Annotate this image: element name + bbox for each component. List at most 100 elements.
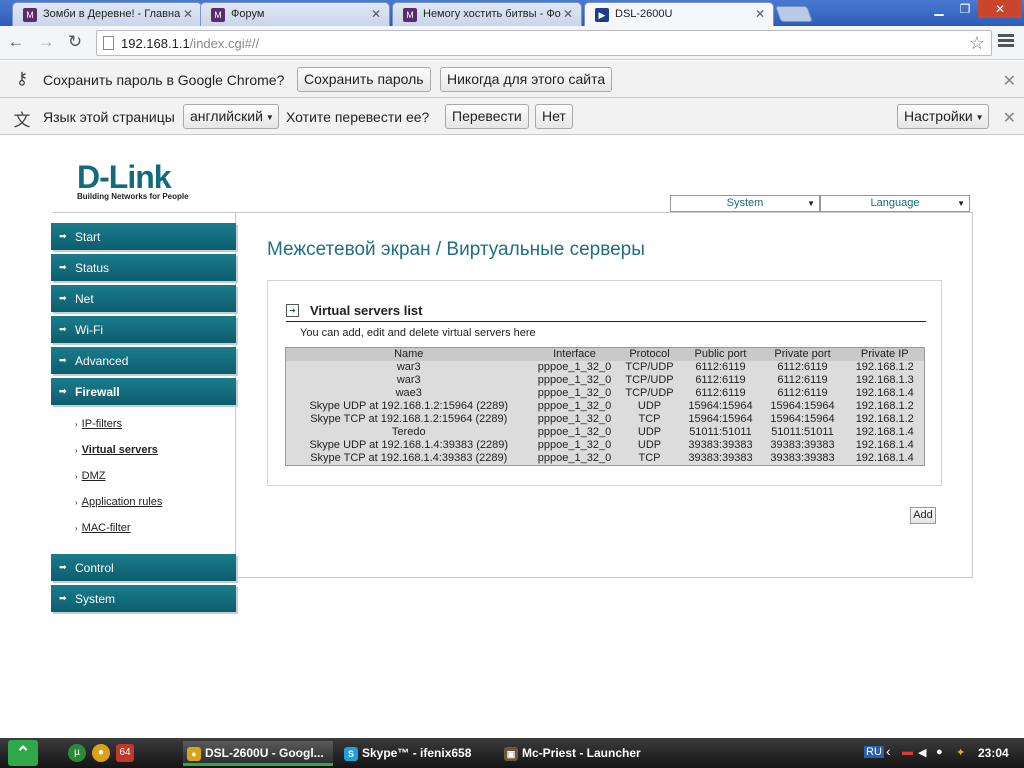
- page-language-label: Язык этой страницы: [43, 109, 175, 125]
- chrome-menu-icon[interactable]: [998, 34, 1014, 48]
- nav-status[interactable]: ➡ Status: [51, 254, 236, 281]
- nav-firewall[interactable]: ➡ Firewall: [51, 378, 236, 405]
- task-chrome[interactable]: ● DSL-2600U - Googl...: [183, 741, 333, 766]
- table-header-row: Name Interface Protocol Public port Priv…: [285, 347, 925, 361]
- close-window-icon[interactable]: ✕: [978, 0, 1022, 18]
- utorrent-icon[interactable]: µ: [68, 744, 86, 762]
- cell-private-ip: 192.168.1.4: [855, 425, 914, 438]
- back-icon[interactable]: ←: [6, 32, 26, 52]
- nav-label: Start: [75, 230, 101, 244]
- cell-interface: pppoe_1_32_0: [537, 438, 612, 451]
- tab-zombie[interactable]: M Зомби в Деревне! - Главна ✕: [12, 2, 202, 26]
- no-translate-button[interactable]: Нет: [535, 104, 573, 129]
- close-tab-icon[interactable]: ✕: [563, 7, 573, 21]
- save-password-button[interactable]: Сохранить пароль: [297, 67, 431, 92]
- col-private-port: Private port: [759, 347, 846, 361]
- cell-private-port: 51011:51011: [771, 425, 834, 438]
- dropdown-caret-icon: ▼: [975, 112, 984, 122]
- chevron-down-icon: ▼: [807, 199, 815, 208]
- bullet-icon: ›: [75, 498, 78, 507]
- subnav-label: MAC-filter: [81, 522, 131, 534]
- chevron-left-icon[interactable]: ‹: [886, 743, 891, 759]
- cell-protocol: TCP/UDP: [625, 386, 674, 399]
- close-infobar-icon[interactable]: ✕: [1003, 108, 1016, 128]
- never-for-site-button[interactable]: Никогда для этого сайта: [440, 67, 613, 92]
- task-launcher[interactable]: ▣ Mc-Priest - Launcher: [500, 741, 660, 766]
- table-row[interactable]: Skype UDP at 192.168.1.4:39383 (2289) pp…: [286, 439, 925, 452]
- language-dropdown[interactable]: Language ▼: [820, 195, 970, 212]
- minecraft-icon: ▣: [504, 747, 518, 761]
- url-path: /index.cgi#//: [189, 36, 260, 51]
- cell-name: war3: [396, 373, 421, 386]
- add-button[interactable]: Add: [910, 507, 936, 524]
- table-row[interactable]: war3 pppoe_1_32_0 TCP/UDP 6112:6119 6112…: [286, 361, 925, 374]
- minimize-icon[interactable]: ▁: [926, 0, 952, 18]
- chrome-icon[interactable]: ●: [92, 744, 110, 762]
- cell-interface: pppoe_1_32_0: [537, 425, 612, 438]
- table-row[interactable]: war3 pppoe_1_32_0 TCP/UDP 6112:6119 6112…: [286, 374, 925, 387]
- subnav-label: Virtual servers: [81, 444, 158, 456]
- bullet-icon: ›: [75, 524, 78, 533]
- logo-tagline: Building Networks for People: [77, 192, 189, 201]
- cell-protocol: TCP: [638, 451, 661, 464]
- url-text: 192.168.1.1/index.cgi#//: [121, 36, 259, 51]
- close-tab-icon[interactable]: ✕: [755, 7, 765, 21]
- cell-protocol: UDP: [637, 425, 662, 438]
- table-row[interactable]: wae3 pppoe_1_32_0 TCP/UDP 6112:6119 6112…: [286, 387, 925, 400]
- nav-label: Advanced: [75, 354, 129, 368]
- subnav-dmz[interactable]: › DMZ: [75, 470, 106, 482]
- skype-tray-icon[interactable]: ●: [936, 746, 943, 758]
- address-bar[interactable]: 192.168.1.1/index.cgi#// ☆: [96, 30, 992, 56]
- reload-icon[interactable]: ↻: [65, 32, 85, 52]
- close-tab-icon[interactable]: ✕: [183, 7, 193, 21]
- virtual-servers-table: Name Interface Protocol Public port Priv…: [285, 347, 925, 466]
- nav-start[interactable]: ➡ Start: [51, 223, 236, 250]
- task-skype[interactable]: S Skype™ - ifenix658: [340, 741, 490, 766]
- chrome-icon: ●: [187, 747, 201, 761]
- subnav-ip-filters[interactable]: › IP-filters: [75, 418, 122, 430]
- subnav-virtual-servers[interactable]: › Virtual servers: [75, 444, 158, 456]
- cell-private-port: 39383:39383: [770, 451, 835, 464]
- translate-settings-button[interactable]: Настройки ▼: [897, 104, 989, 129]
- system-select[interactable]: System ▼: [670, 195, 820, 212]
- nav-advanced[interactable]: ➡ Advanced: [51, 347, 236, 374]
- tab-forum[interactable]: M Форум ✕: [200, 2, 390, 26]
- tray-red-icon[interactable]: ▬: [902, 746, 913, 758]
- nav-net[interactable]: ➡ Net: [51, 285, 236, 312]
- launcher-badge: 64: [119, 747, 131, 758]
- nav-wifi[interactable]: ➡ Wi-Fi: [51, 316, 236, 343]
- language-indicator[interactable]: RU: [864, 746, 884, 758]
- cell-interface: pppoe_1_32_0: [537, 373, 612, 386]
- maximize-icon[interactable]: ❐: [952, 0, 978, 18]
- close-tab-icon[interactable]: ✕: [371, 7, 381, 21]
- language-select[interactable]: английский ▼: [183, 104, 279, 129]
- table-row[interactable]: Teredo pppoe_1_32_0 UDP 51011:51011 5101…: [286, 426, 925, 439]
- subnav-label: IP-filters: [81, 418, 123, 430]
- close-infobar-icon[interactable]: ✕: [1003, 71, 1016, 91]
- nav-system[interactable]: ➡ System: [51, 585, 236, 612]
- dlink-logo: D-Link Building Networks for People: [77, 160, 189, 201]
- cell-public-port: 39383:39383: [688, 438, 753, 451]
- table-row[interactable]: Skype UDP at 192.168.1.2:15964 (2289) pp…: [286, 400, 925, 413]
- task-label: DSL-2600U - Googl...: [205, 746, 324, 760]
- forward-icon[interactable]: →: [36, 32, 56, 52]
- bookmark-star-icon[interactable]: ☆: [969, 33, 985, 54]
- volume-icon[interactable]: ◀: [918, 746, 926, 759]
- subnav-mac-filter[interactable]: › MAC-filter: [75, 522, 131, 534]
- bullet-icon: ›: [75, 472, 78, 481]
- cell-private-ip: 192.168.1.3: [855, 373, 914, 386]
- cell-protocol: TCP/UDP: [625, 360, 674, 373]
- table-row[interactable]: Skype TCP at 192.168.1.2:15964 (2289) pp…: [286, 413, 925, 426]
- launcher-icon[interactable]: 64: [116, 744, 134, 762]
- tab-battles[interactable]: M Немогу хостить битвы - Фо ✕: [392, 2, 582, 26]
- tab-dsl[interactable]: ▶ DSL-2600U ✕: [584, 2, 774, 26]
- password-question: Сохранить пароль в Google Chrome?: [43, 72, 285, 88]
- new-tab-button[interactable]: [775, 6, 813, 22]
- start-menu-icon[interactable]: ⌃: [8, 740, 38, 766]
- tab-title: Немогу хостить битвы - Фо: [423, 8, 561, 20]
- network-icon[interactable]: ✦: [956, 746, 965, 759]
- nav-control[interactable]: ➡ Control: [51, 554, 236, 581]
- translate-button[interactable]: Перевести: [445, 104, 529, 129]
- subnav-application-rules[interactable]: › Application rules: [75, 496, 162, 508]
- table-row[interactable]: Skype TCP at 192.168.1.4:39383 (2289) pp…: [286, 452, 925, 466]
